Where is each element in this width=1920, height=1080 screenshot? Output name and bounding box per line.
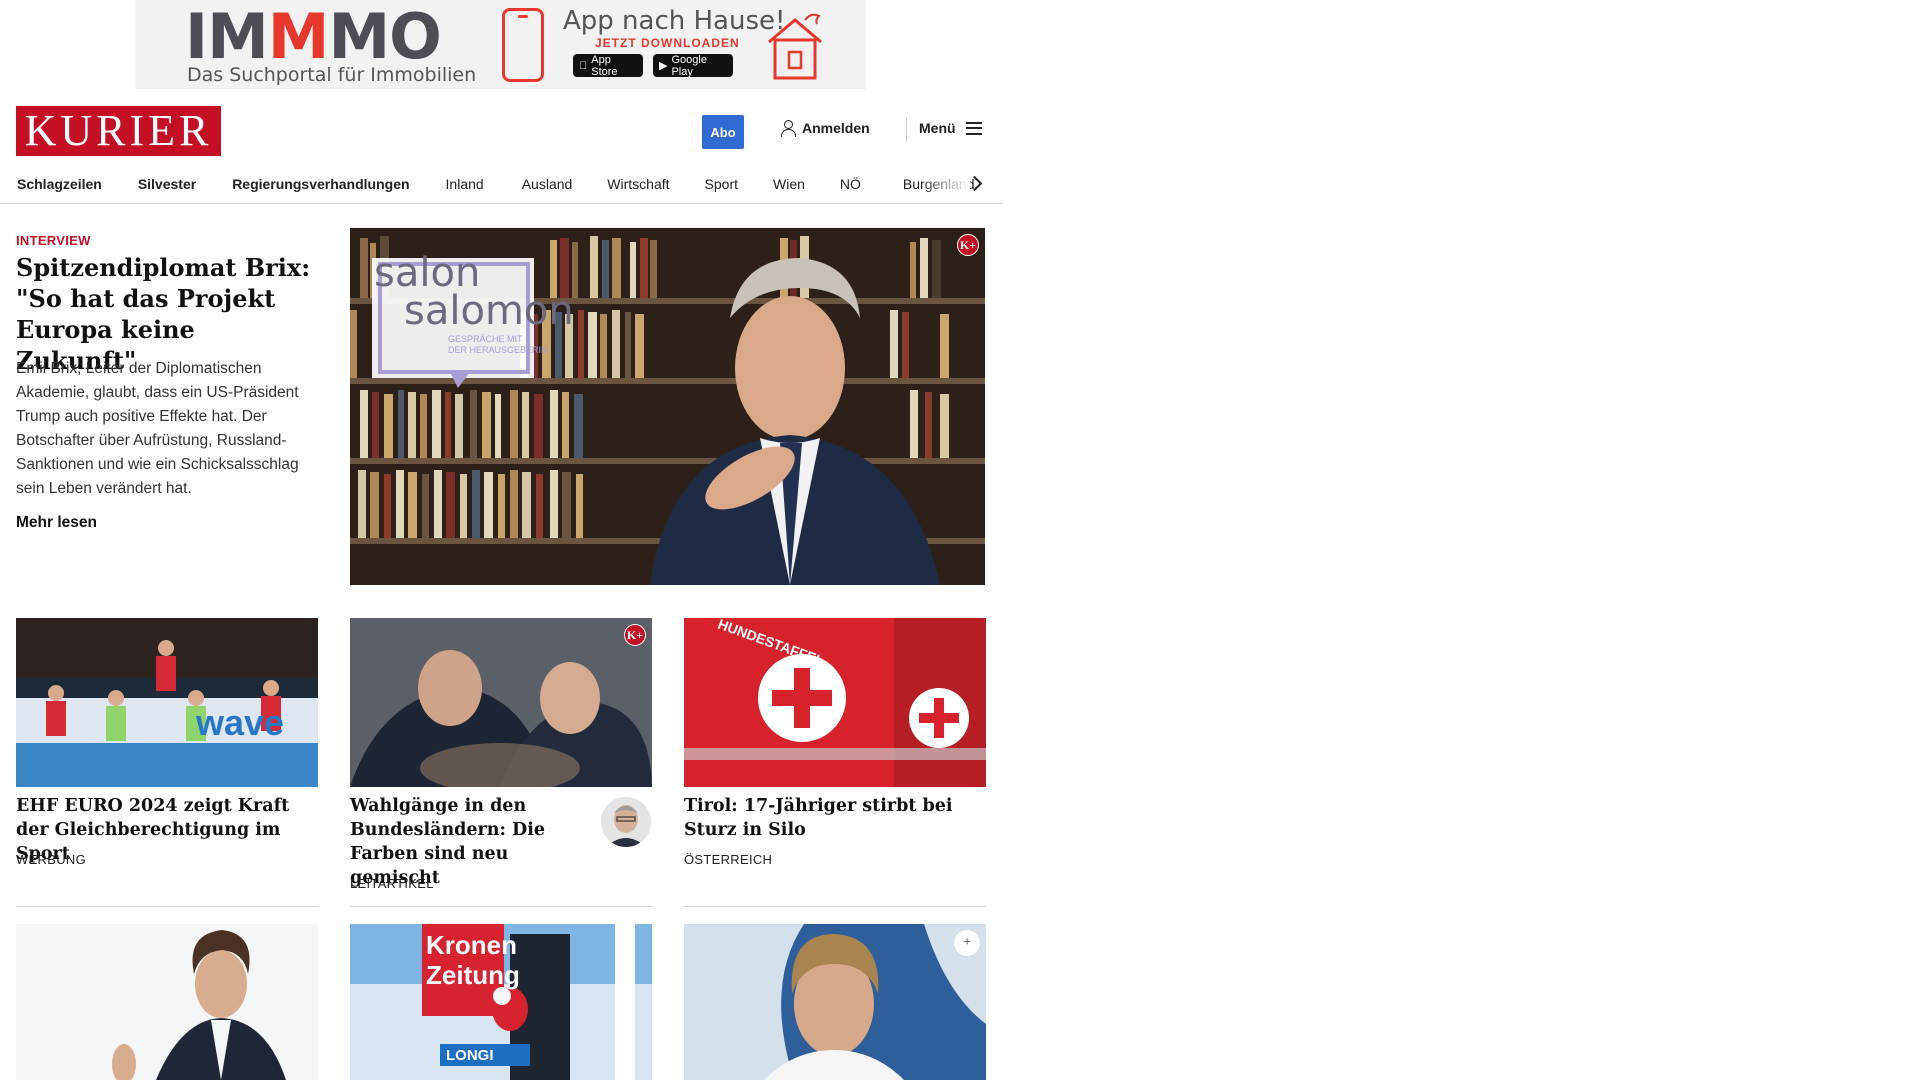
abo-button[interactable]: Abo (702, 115, 744, 149)
card-image-handball[interactable]: wave (16, 618, 318, 787)
author-avatar (601, 797, 651, 847)
hero-kicker: INTERVIEW (16, 233, 91, 248)
nav-item-schlagzeilen[interactable]: Schlagzeilen (17, 174, 120, 194)
politicians-photo (350, 618, 652, 787)
ad-subtitle: Das Suchportal für Immobilien (187, 64, 477, 86)
header-divider (906, 118, 907, 142)
nav-item-sport[interactable]: Sport (690, 174, 758, 194)
read-more-link[interactable]: Mehr lesen (16, 514, 97, 532)
actor-photo (684, 924, 986, 1080)
house-icon (768, 13, 822, 80)
card-title[interactable]: Tirol: 17-Jähriger stirbt bei Sturz in S… (684, 794, 986, 842)
app-store-button[interactable]: App Store (573, 54, 643, 78)
apple-icon:  (579, 60, 587, 72)
plus-badge: + (954, 930, 980, 956)
handball-photo: wave (16, 618, 318, 787)
hero-teaser: Emil Brix, Leiter der Diplomatischen Aka… (16, 360, 299, 497)
card-image-ski[interactable]: Kronen Zeitung LONGI (350, 924, 652, 1080)
menu-button[interactable]: Menü (919, 120, 982, 136)
card-image-actor[interactable]: + (684, 924, 986, 1080)
kurier-plus-badge: K+ (624, 624, 646, 646)
play-icon: ▶ (659, 60, 668, 72)
kronen-zeitung-logo: Kronen Zeitung (426, 930, 520, 990)
nav-item-regierungsverhandlungen[interactable]: Regierungsverhandlungen (214, 174, 427, 194)
chevron-right-icon[interactable] (968, 176, 980, 190)
google-play-button[interactable]: ▶ Google Play (653, 54, 733, 78)
nav-item-wien[interactable]: Wien (758, 174, 825, 194)
ad-banner[interactable]: IMMMO Das Suchportal für Immobilien App … (135, 0, 866, 89)
author-photo (601, 797, 651, 847)
nav-item-noe[interactable]: NÖ (825, 174, 885, 194)
card-label: WERBUNG (16, 852, 86, 867)
card-image-minister[interactable] (16, 924, 318, 1080)
login-button[interactable]: Anmelden (780, 120, 870, 137)
row-divider (16, 906, 318, 907)
nav-fade (920, 164, 970, 203)
ad-cta: JETZT DOWNLOADEN (595, 36, 740, 50)
row-divider (684, 906, 986, 907)
section-nav: Schlagzeilen Silvester Regierungsverhand… (0, 164, 1003, 204)
row-divider (350, 906, 652, 907)
user-icon (780, 120, 796, 137)
salon-text: salon salomon (374, 250, 574, 334)
card-image-redcross[interactable]: HUNDESTAFFEL (684, 618, 986, 787)
hamburger-icon (965, 121, 982, 135)
kurier-logo[interactable]: KURIER (16, 106, 221, 156)
ad-logo: IMMMO (185, 0, 442, 73)
salon-subtext: GESPRÄCHE MIT DER HERAUSGEBERIN (448, 334, 548, 355)
card-label: LEITARTIKEL (350, 876, 434, 891)
nav-item-silvester[interactable]: Silvester (120, 174, 214, 194)
nav-item-wirtschaft[interactable]: Wirtschaft (592, 174, 689, 194)
menu-label: Menü (919, 120, 956, 136)
nav-item-inland[interactable]: Inland (428, 174, 502, 194)
red-cross-photo: HUNDESTAFFEL (684, 618, 986, 787)
longines-banner-text: LONGI (446, 1047, 494, 1064)
phone-icon (502, 8, 544, 82)
site-header: KURIER Abo Anmelden Menü (0, 104, 1003, 156)
card-label: ÖSTERREICH (684, 852, 773, 867)
ad-title: App nach Hause! (563, 6, 786, 36)
card-image-politics[interactable]: K+ (350, 618, 652, 787)
svg-text:wave: wave (195, 702, 284, 743)
kurier-plus-badge: K+ (957, 234, 979, 256)
minister-photo (16, 924, 318, 1080)
login-label: Anmelden (802, 120, 870, 136)
nav-item-ausland[interactable]: Ausland (502, 174, 593, 194)
hero-image[interactable]: salon salomon GESPRÄCHE MIT DER HERAUSGE… (350, 228, 985, 585)
